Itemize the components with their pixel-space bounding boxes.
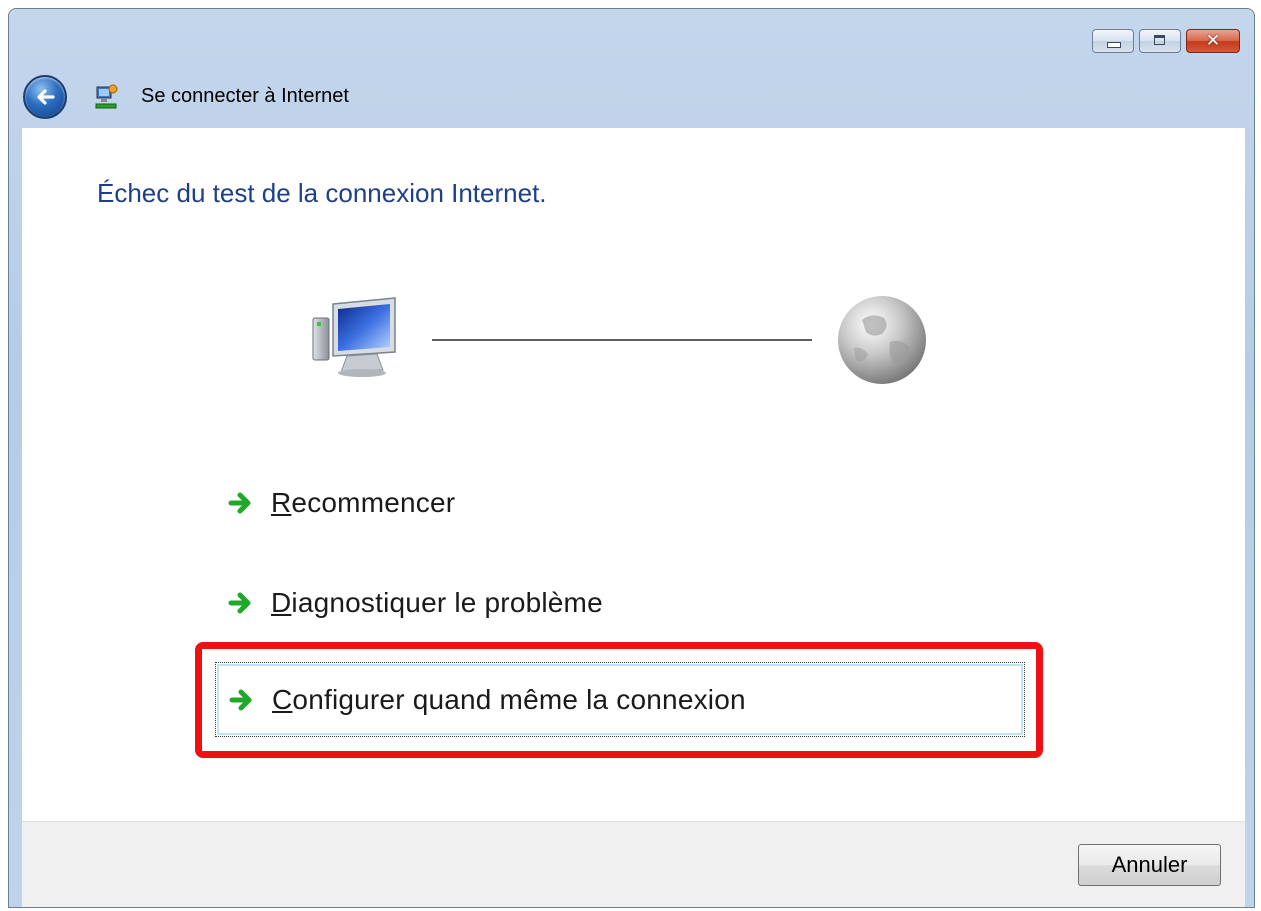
window-controls: ✕ [1092, 29, 1240, 53]
command-label: Configurer quand même la connexion [272, 683, 746, 715]
computer-icon [312, 297, 396, 377]
connection-line [432, 339, 812, 341]
navigation-bar: Se connecter à Internet [9, 71, 1254, 127]
command-label: Diagnostiquer le problème [271, 587, 603, 618]
minimize-button[interactable] [1092, 29, 1134, 53]
minimize-icon [1107, 42, 1121, 48]
green-arrow-icon [228, 492, 251, 514]
command-label: Recommencer [271, 487, 456, 518]
green-arrow-icon [228, 592, 251, 614]
wizard-footer: Annuler [22, 821, 1245, 907]
back-arrow-icon [37, 89, 55, 105]
green-arrow-icon [229, 689, 252, 710]
wizard-window: ✕ Se connecter à Internet Échec du test … [8, 8, 1255, 908]
diagnose-command-link[interactable]: Diagnostiquer le problème [227, 583, 603, 623]
restart-command-link[interactable]: Recommencer [227, 483, 455, 523]
maximize-button[interactable] [1139, 29, 1181, 53]
close-icon: ✕ [1205, 31, 1221, 51]
network-wizard-icon [95, 84, 118, 109]
back-button[interactable] [23, 75, 67, 119]
globe-icon [838, 296, 926, 384]
window-title: Se connecter à Internet [141, 85, 349, 107]
close-button[interactable]: ✕ [1186, 29, 1240, 53]
maximize-icon [1154, 35, 1165, 45]
cancel-button[interactable]: Annuler [1078, 844, 1221, 886]
page-title: Échec du test de la connexion Internet. [97, 178, 547, 208]
setup-anyway-command-link[interactable]: Configurer quand même la connexion [215, 662, 1025, 737]
wizard-content: Échec du test de la connexion Internet. [22, 128, 1245, 821]
